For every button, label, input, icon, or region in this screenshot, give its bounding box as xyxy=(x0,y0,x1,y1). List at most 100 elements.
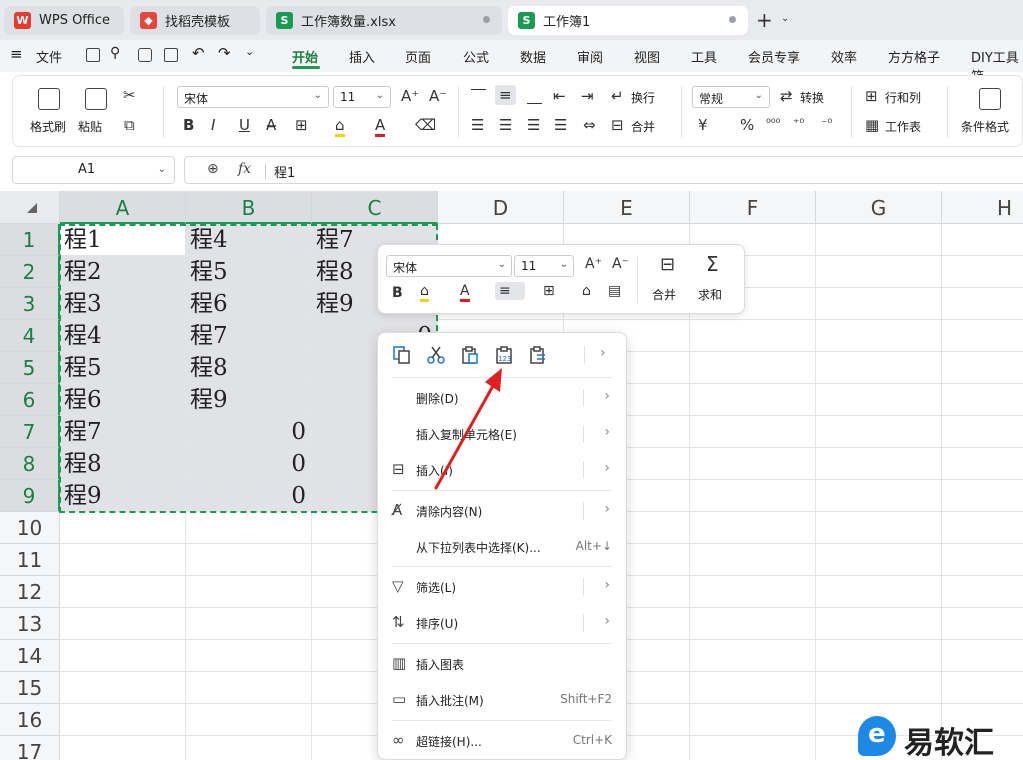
grid-cell[interactable] xyxy=(942,640,1023,672)
grid-cell[interactable] xyxy=(942,320,1023,352)
grid-cell[interactable] xyxy=(186,576,312,608)
format-cells-icon[interactable]: ▤ xyxy=(608,283,621,299)
tab-docer[interactable]: ◆ 找稻壳模板 xyxy=(130,6,260,35)
grid-cell[interactable] xyxy=(942,544,1023,576)
font-size-select[interactable]: 11 ⌄ xyxy=(333,86,391,108)
align-center-icon[interactable]: ☰ xyxy=(499,116,512,134)
context-menu-item[interactable]: ▭ 插入批注(M) Shift+F2 xyxy=(378,682,626,718)
column-header[interactable]: B xyxy=(186,191,312,224)
grid-cell[interactable] xyxy=(690,480,816,512)
conditional-format-label[interactable]: 条件格式 xyxy=(961,118,1009,135)
close-dot-icon[interactable] xyxy=(483,16,490,23)
grid-cell[interactable] xyxy=(816,384,942,416)
grid-cell[interactable] xyxy=(186,704,312,736)
grid-cell[interactable] xyxy=(942,256,1023,288)
row-header[interactable]: 4 xyxy=(0,320,60,352)
grid-cell[interactable] xyxy=(816,544,942,576)
row-header[interactable]: 2 xyxy=(0,256,60,288)
share-icon[interactable]: ⚲ xyxy=(110,45,120,61)
grid-cell[interactable] xyxy=(690,608,816,640)
chevron-down-icon[interactable]: ⌄ xyxy=(781,13,789,24)
column-header[interactable]: H xyxy=(942,191,1023,224)
align-right-icon[interactable]: ☰ xyxy=(527,116,540,134)
grid-cell[interactable] xyxy=(60,608,186,640)
wrap-text-icon[interactable]: ↵ xyxy=(611,87,624,105)
wrap-text-label[interactable]: 换行 xyxy=(631,89,655,106)
paste-special-icon[interactable] xyxy=(528,345,548,365)
grid-cell[interactable] xyxy=(690,640,816,672)
format-painter-icon[interactable]: ⌂ xyxy=(582,283,591,299)
menu-file[interactable]: 文件 xyxy=(36,47,62,66)
decrease-decimal-icon[interactable]: ⁻⁰ xyxy=(821,116,832,130)
grid-cell[interactable]: 程7 xyxy=(186,320,312,352)
grid-cell[interactable]: 程9 xyxy=(60,480,186,512)
grid-cell[interactable] xyxy=(942,384,1023,416)
cut-icon[interactable] xyxy=(426,345,446,365)
increase-font-icon[interactable]: A⁺ xyxy=(401,87,419,105)
grid-cell[interactable] xyxy=(942,448,1023,480)
grid-cell[interactable] xyxy=(690,736,816,760)
context-menu-item[interactable]: 删除(D) › xyxy=(378,380,626,416)
name-box[interactable]: A1 ⌄ xyxy=(12,156,175,184)
grid-cell[interactable] xyxy=(816,320,942,352)
save-icon[interactable] xyxy=(86,48,100,62)
justify-icon[interactable]: ☰ xyxy=(554,116,567,134)
grid-cell[interactable] xyxy=(942,576,1023,608)
chevron-right-icon[interactable]: › xyxy=(604,501,610,517)
grid-cell[interactable] xyxy=(60,704,186,736)
grid-cell[interactable] xyxy=(186,608,312,640)
grid-cell[interactable] xyxy=(816,608,942,640)
menu-formula[interactable]: 公式 xyxy=(463,47,489,66)
conditional-format-icon[interactable] xyxy=(979,88,1001,110)
grid-cell[interactable]: 程5 xyxy=(186,256,312,288)
mini-sum-label[interactable]: 求和 xyxy=(698,286,722,303)
context-menu-item[interactable]: 插入复制单元格(E) › xyxy=(378,416,626,452)
merge-label[interactable]: 合并 xyxy=(631,118,655,135)
grid-cell[interactable]: 程4 xyxy=(60,320,186,352)
paste-label[interactable]: 粘贴 xyxy=(78,118,102,135)
chevron-right-icon[interactable]: › xyxy=(604,388,610,404)
tab-workbook1[interactable]: S 工作簿1 xyxy=(508,6,748,35)
row-header[interactable]: 7 xyxy=(0,416,60,448)
hamburger-menu-icon[interactable]: ≡ xyxy=(10,45,23,63)
indent-increase-icon[interactable]: ⇥ xyxy=(581,87,594,105)
formula-value[interactable]: 程1 xyxy=(274,162,295,181)
chevron-right-icon[interactable]: › xyxy=(604,460,610,476)
grid-cell[interactable] xyxy=(690,320,816,352)
menu-home[interactable]: 开始 xyxy=(292,47,318,66)
menu-insert[interactable]: 插入 xyxy=(349,47,375,66)
row-header[interactable]: 16 xyxy=(0,704,60,736)
context-menu-item[interactable]: ▥ 插入图表 xyxy=(378,646,626,682)
decrease-font-icon[interactable]: A⁻ xyxy=(429,87,447,105)
grid-cell[interactable]: 程4 xyxy=(186,224,312,256)
grid-cell[interactable] xyxy=(816,256,942,288)
column-header[interactable]: A xyxy=(60,191,186,224)
select-all-corner[interactable] xyxy=(0,191,60,224)
borders-icon[interactable]: ⊞ xyxy=(543,283,555,299)
grid-cell[interactable]: 程6 xyxy=(186,288,312,320)
grid-cell[interactable] xyxy=(816,224,942,256)
paste-icon[interactable] xyxy=(85,88,107,110)
new-tab-plus-icon[interactable]: + xyxy=(756,8,773,32)
grid-cell[interactable] xyxy=(816,512,942,544)
bold-icon[interactable]: B xyxy=(392,285,403,301)
grid-cell[interactable] xyxy=(186,544,312,576)
row-header[interactable]: 13 xyxy=(0,608,60,640)
row-header[interactable]: 12 xyxy=(0,576,60,608)
close-dot-icon[interactable] xyxy=(729,16,736,23)
row-column-icon[interactable]: ⊞ xyxy=(865,87,878,105)
worksheet-label[interactable]: 工作表 xyxy=(885,118,921,135)
grid-cell[interactable]: 程2 xyxy=(60,256,186,288)
increase-decimal-icon[interactable]: ⁺⁰ xyxy=(793,116,804,130)
grid-cell[interactable]: 程7 xyxy=(60,416,186,448)
grid-cell[interactable]: 程5 xyxy=(60,352,186,384)
print-icon[interactable] xyxy=(138,48,152,62)
grid-cell[interactable] xyxy=(816,448,942,480)
chevron-right-icon[interactable]: › xyxy=(604,424,610,440)
context-menu-item[interactable]: ▽ 筛选(L) › xyxy=(378,569,626,605)
grid-cell[interactable] xyxy=(816,288,942,320)
row-header[interactable]: 6 xyxy=(0,384,60,416)
grid-cell[interactable]: 0 xyxy=(186,480,312,512)
borders-icon[interactable]: ⊞ xyxy=(295,116,308,134)
grid-cell[interactable] xyxy=(942,608,1023,640)
